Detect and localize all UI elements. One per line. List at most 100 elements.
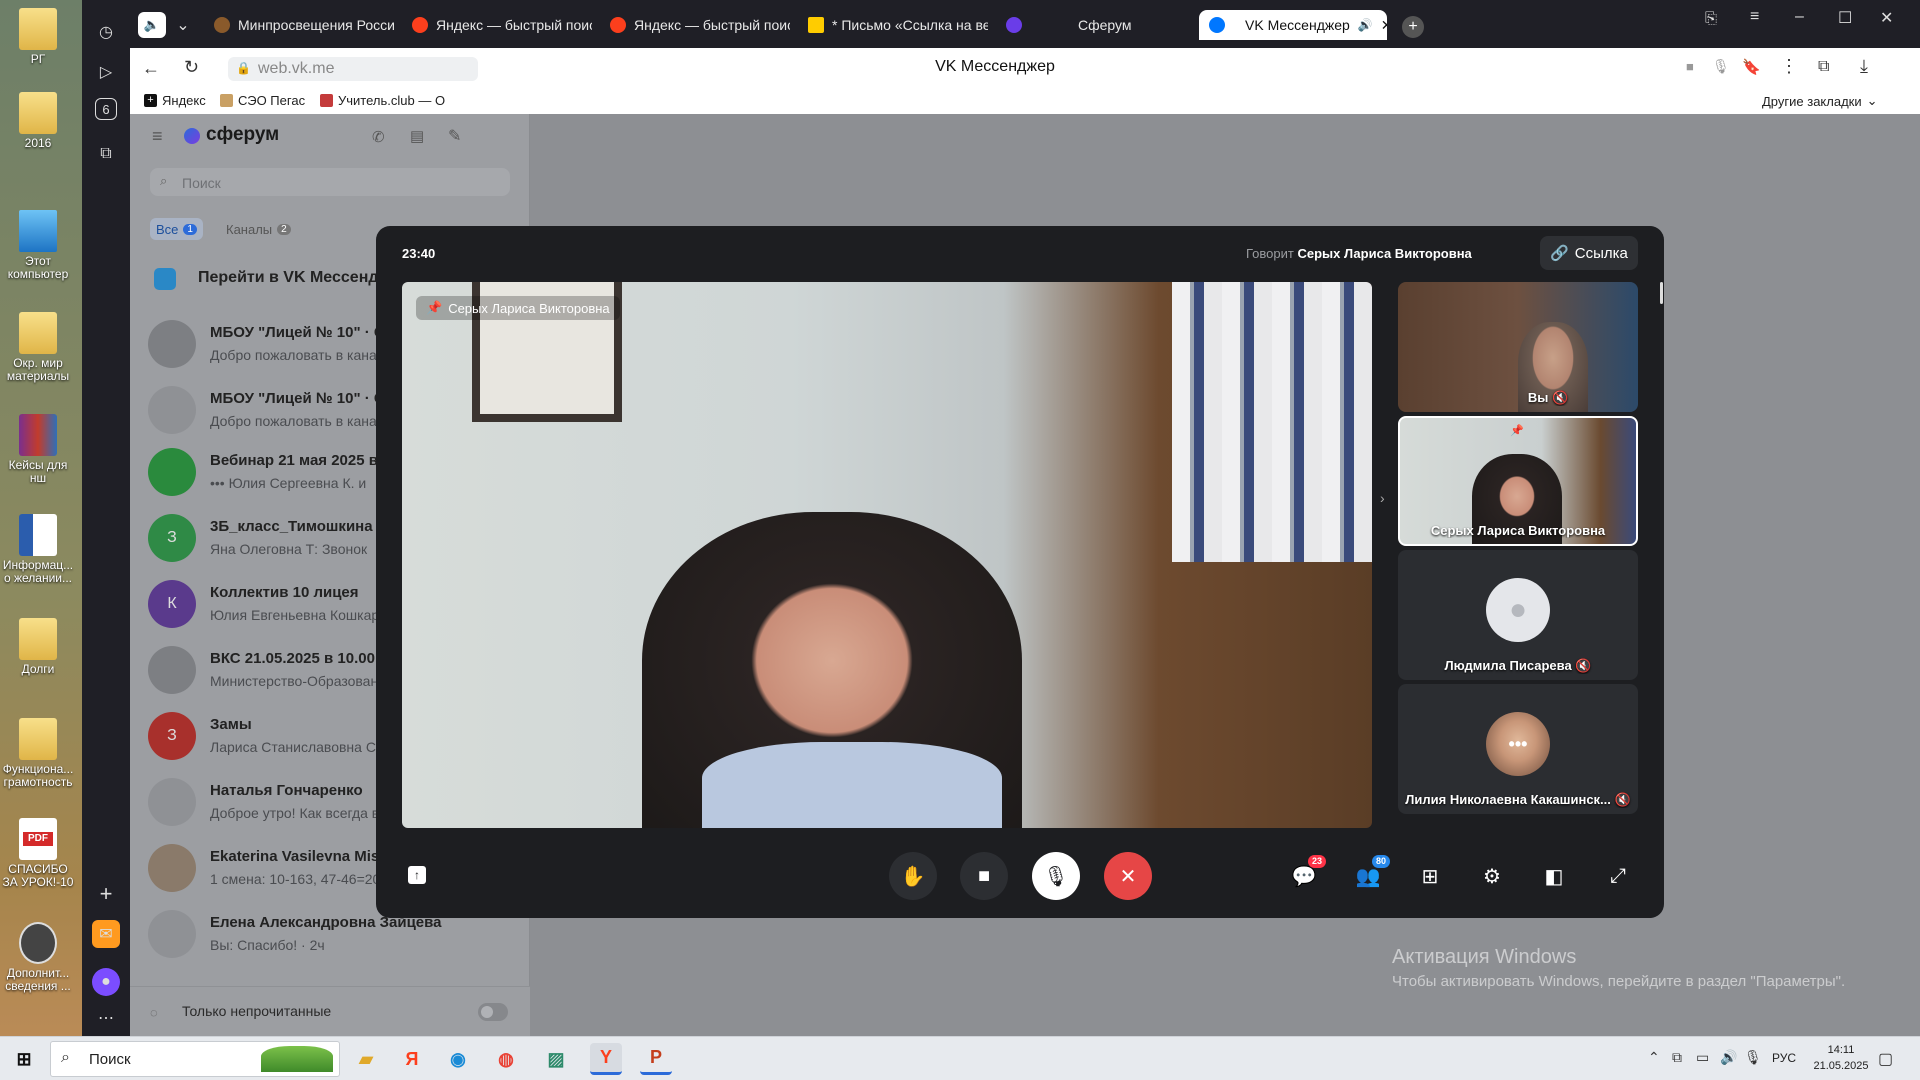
avatar	[148, 844, 196, 892]
bookmark-collection-icon[interactable]: ⎘	[1705, 10, 1717, 27]
more-vert-icon[interactable]: ⋮	[1780, 56, 1798, 77]
more-icon[interactable]: ⋯	[92, 1004, 120, 1032]
notes-app-icon[interactable]: ▨	[540, 1043, 572, 1075]
mic-tray-icon[interactable]: 🎙	[1744, 1049, 1762, 1066]
bookmark-yandex[interactable]: + Яндекс	[144, 93, 206, 108]
file-explorer-icon[interactable]: ▰	[350, 1043, 382, 1075]
participant-label: Людмила Писарева 🔇	[1444, 658, 1592, 673]
settings-button[interactable]: ⚙	[1476, 860, 1508, 892]
chat-button[interactable]: 💬 23	[1288, 855, 1326, 892]
shortcut-icon	[19, 922, 57, 964]
mail-icon[interactable]: ✉	[92, 920, 120, 948]
participants-button[interactable]: 👥 80	[1352, 855, 1390, 892]
participant-tile-speaker[interactable]: 📌 Серых Лариса Викторовна	[1398, 416, 1638, 546]
close-icon: ✕	[1119, 865, 1137, 888]
participant-tile-kakashinskaya[interactable]: ••• Лилия Николаевна Какашинск... 🔇	[1398, 684, 1638, 814]
new-tab-icon[interactable]: +	[1402, 16, 1424, 38]
participant-tile-you[interactable]: Вы 🔇	[1398, 282, 1638, 412]
desktop-icon-rg[interactable]: РГ	[2, 8, 74, 66]
unread-toggle[interactable]	[478, 1003, 508, 1021]
end-call-button[interactable]: ✕	[1104, 852, 1152, 900]
bookmark-pegas[interactable]: СЭО Пегас	[220, 93, 305, 108]
activation-watermark: Активация Windows Чтобы активировать Win…	[1392, 946, 1846, 990]
avatar	[148, 778, 196, 826]
desktop-icon-info-doc[interactable]: Информац... о желании...	[2, 514, 74, 585]
minimize-icon[interactable]: –	[1795, 8, 1804, 26]
close-window-icon[interactable]: ✕	[1880, 8, 1893, 28]
layout-button[interactable]: ◧	[1538, 860, 1570, 892]
extensions-icon[interactable]: ⧉	[1818, 58, 1829, 76]
chrome-icon[interactable]: ◍	[490, 1043, 522, 1075]
camera-indicator-icon[interactable]: ■	[1686, 59, 1694, 74]
meet-icon[interactable]: ⧉	[1672, 1049, 1682, 1066]
add-icon[interactable]: +	[92, 880, 120, 908]
chevron-right-icon[interactable]: ›	[1380, 490, 1385, 506]
taskbar-search[interactable]: ⌕ Поиск	[50, 1041, 340, 1077]
filter-channels[interactable]: Каналы 2	[226, 218, 291, 240]
search-input[interactable]: ⌕ Поиск	[150, 168, 510, 196]
tray-chevron-icon[interactable]: ⌃	[1648, 1049, 1660, 1066]
tab-vk-messenger[interactable]: VK Мессенджер 🔊 ✕	[1199, 10, 1387, 40]
computer-icon	[19, 210, 57, 252]
notifications-icon[interactable]: ▢	[1878, 1049, 1893, 1069]
desktop-icon-dolgi[interactable]: Долги	[2, 618, 74, 676]
filter-all[interactable]: Все 1	[150, 218, 203, 240]
fullscreen-button[interactable]: ⤢	[1602, 860, 1634, 892]
edge-icon[interactable]: ◉	[442, 1043, 474, 1075]
screenshot-icon[interactable]: ⧉	[92, 140, 120, 168]
download-icon[interactable]: ⤓	[1860, 56, 1868, 77]
archive-icon[interactable]: ▤	[410, 127, 424, 145]
vk-icon	[1209, 17, 1225, 33]
avatar: З	[148, 712, 196, 760]
desktop-icon-2016[interactable]: 2016	[2, 92, 74, 150]
play-icon[interactable]: ▷	[92, 58, 120, 86]
tab-sferum[interactable]: Сферум	[996, 10, 1176, 40]
tab-mail[interactable]: * Письмо «Ссылка на веб	[798, 10, 988, 40]
maximize-icon[interactable]: ☐	[1838, 8, 1852, 28]
close-tab-icon[interactable]: ✕	[1381, 17, 1387, 34]
desktop-icon-this-pc[interactable]: Этот компьютер	[2, 210, 74, 281]
main-video[interactable]: 📌 Серых Лариса Викторовна	[402, 282, 1372, 828]
bookmark-uchitel[interactable]: Учитель.club — О	[320, 93, 445, 108]
scrollbar-thumb[interactable]	[1660, 282, 1663, 304]
menu-icon[interactable]: ≡	[1750, 8, 1759, 26]
tab-yandex-2[interactable]: Яндекс — быстрый поиск	[600, 10, 790, 40]
microphone-indicator-icon[interactable]: 🎙	[1712, 58, 1730, 75]
tab-minpros[interactable]: Минпросвещения Росси	[204, 10, 394, 40]
participant-tile-pisareva[interactable]: ● Людмила Писарева 🔇	[1398, 550, 1638, 680]
camera-button[interactable]: ■	[960, 852, 1008, 900]
filter-count: 2	[277, 223, 291, 235]
call-icon[interactable]: ✆	[372, 128, 385, 146]
language-indicator[interactable]: РУС	[1772, 1051, 1796, 1065]
tab-yandex-1[interactable]: Яндекс — быстрый поиск	[402, 10, 592, 40]
raise-hand-button[interactable]: ✋	[889, 852, 937, 900]
desktop-icon-literacy[interactable]: Функциона... грамотность	[2, 718, 74, 789]
expand-icon: ⤢	[1610, 864, 1626, 887]
sound-icon[interactable]: 🔈	[138, 12, 166, 38]
clock[interactable]: 14:11 21.05.2025	[1806, 1042, 1876, 1074]
hamburger-icon[interactable]: ≡	[152, 126, 163, 147]
powerpoint-icon[interactable]: P	[640, 1043, 672, 1075]
link-button[interactable]: 🔗 Ссылка	[1540, 236, 1638, 270]
desktop-icon-extra-info[interactable]: Дополнит... сведения ...	[2, 922, 74, 993]
history-icon[interactable]: ◷	[92, 18, 120, 46]
windows-start-icon[interactable]: ⊞	[8, 1043, 40, 1075]
desktop-icon-pdf[interactable]: СПАСИБО ЗА УРОК!-10	[2, 818, 74, 889]
desktop-icon-cases[interactable]: Кейсы для нш	[2, 414, 74, 485]
volume-icon[interactable]: 🔊	[1720, 1049, 1737, 1066]
share-screen-icon[interactable]: ↑	[408, 866, 426, 884]
yandex-browser-icon[interactable]: Y	[590, 1043, 622, 1075]
yandex-app-icon[interactable]: Я	[396, 1043, 428, 1075]
alice-icon[interactable]: ●	[92, 968, 120, 996]
network-icon[interactable]: ▭	[1696, 1049, 1709, 1066]
compose-icon[interactable]: ✎	[448, 126, 461, 146]
bookmarks-bar: + Яндекс СЭО Пегас Учитель.club — О Други…	[130, 90, 1920, 114]
bookmark-icon[interactable]: 🔖	[1742, 58, 1761, 76]
grid-view-button[interactable]: ⊞	[1414, 860, 1446, 892]
microphone-button[interactable]: 🎙	[1032, 852, 1080, 900]
chevron-down-icon[interactable]: ⌄	[170, 12, 196, 38]
desktop-icon-materials[interactable]: Окр. мир материалы	[2, 312, 74, 383]
plus-square-icon: +	[144, 94, 157, 107]
counter-icon[interactable]: 6	[95, 98, 117, 120]
bookmarks-other[interactable]: Другие закладки ⌄	[1762, 93, 1878, 109]
